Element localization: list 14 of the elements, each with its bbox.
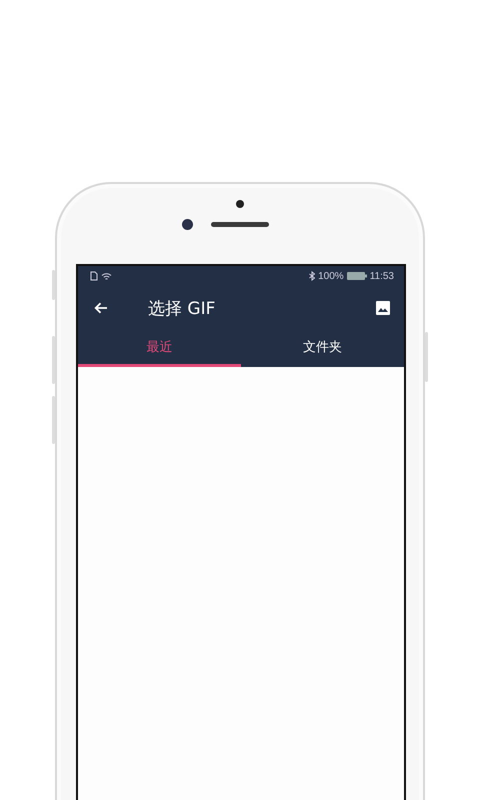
camera-icon xyxy=(182,219,192,230)
back-button[interactable] xyxy=(94,302,108,314)
status-time: 11:53 xyxy=(370,270,394,282)
sim-card-icon xyxy=(90,271,98,281)
wifi-icon xyxy=(101,272,112,280)
tab[interactable]: 最近 xyxy=(78,330,241,367)
speaker-grille xyxy=(210,222,268,227)
battery-icon xyxy=(346,272,367,280)
battery-percent: 100% xyxy=(318,270,344,282)
image-icon[interactable] xyxy=(376,301,390,315)
sensor-dot xyxy=(236,200,244,208)
bluetooth-icon xyxy=(309,271,316,281)
app-title: 选择 GIF xyxy=(148,298,216,320)
tab[interactable]: 文件夹 xyxy=(241,330,404,367)
